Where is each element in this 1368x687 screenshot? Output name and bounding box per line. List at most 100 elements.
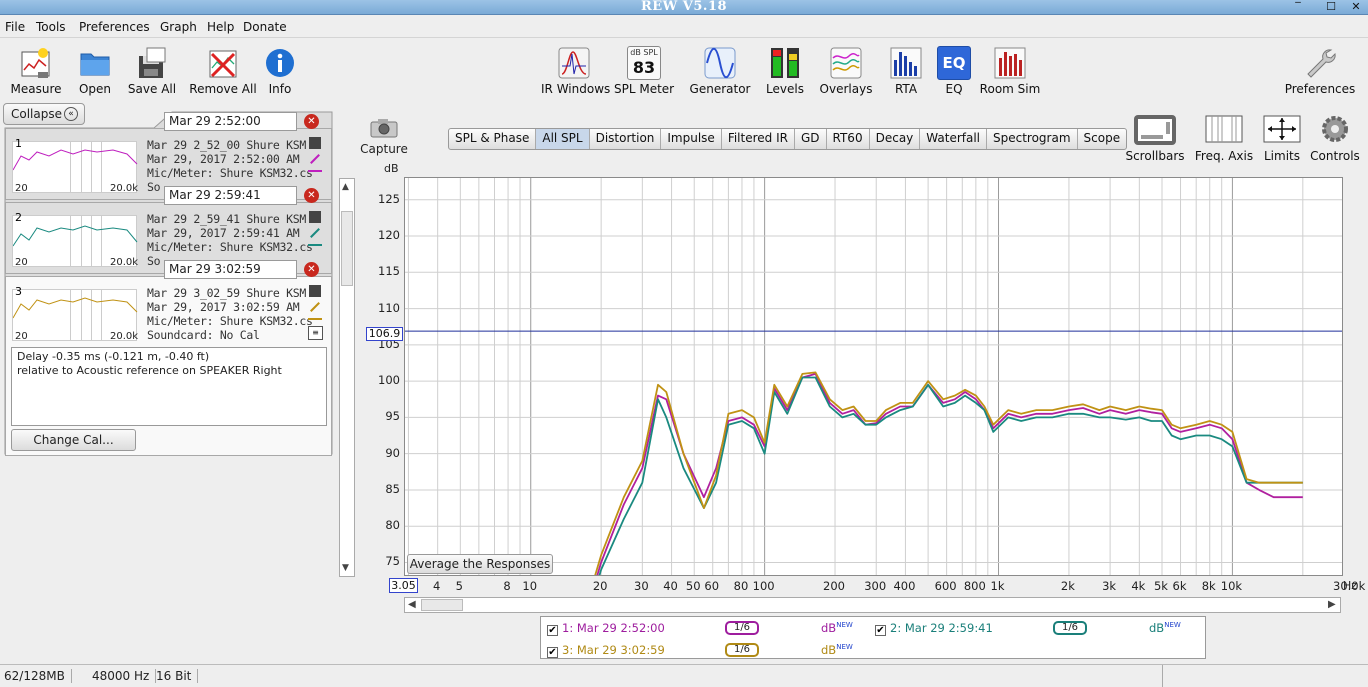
smoothing-badge-1[interactable]: 1/6 — [725, 621, 759, 635]
controls-button[interactable]: Controls — [1308, 114, 1362, 163]
bit-depth: 16 Bit — [156, 669, 199, 683]
menu-tools[interactable]: Tools — [36, 20, 66, 34]
measurement-card-3[interactable]: 3 20 20.0k Mar 29 3_02_59 Shure KSM Mar … — [5, 276, 332, 346]
tab-distortion[interactable]: Distortion — [590, 129, 662, 149]
notes-icon[interactable]: ≡ — [308, 326, 323, 340]
spl-meter-button[interactable]: dB SPL 83 SPL Meter — [614, 46, 674, 96]
smoothing-badge-3[interactable]: 1/6 — [725, 643, 759, 657]
scroll-left-arrow[interactable]: ◀ — [408, 599, 416, 610]
menu-preferences[interactable]: Preferences — [79, 20, 150, 34]
scroll-thumb[interactable] — [341, 211, 353, 286]
rta-icon — [890, 47, 922, 79]
checkbox[interactable]: ✔ — [547, 647, 558, 658]
legend-unit-2: dBNEW — [1149, 621, 1181, 635]
freq-axis-icon — [1205, 115, 1243, 143]
legend-item-3[interactable]: ✔ 3: Mar 29 3:02:59 — [547, 643, 665, 658]
x-tick-label: 300 — [864, 579, 887, 593]
change-cal-button[interactable]: Change Cal... — [11, 429, 136, 451]
ir-windows-button[interactable]: IR Windows — [541, 46, 610, 96]
checkbox[interactable]: ✔ — [547, 625, 558, 636]
controls-gear-icon — [1322, 116, 1348, 142]
save-icon — [139, 47, 166, 78]
remove-measurement-icon[interactable]: ✕ — [304, 262, 319, 277]
generator-button[interactable]: Generator — [689, 46, 751, 96]
remove-all-button[interactable]: Remove All — [189, 46, 257, 96]
minimize-button[interactable]: ‾ — [1288, 0, 1308, 15]
measurement-settings-icon[interactable] — [309, 137, 321, 149]
checkbox[interactable]: ✔ — [875, 625, 886, 636]
x-scrollbar[interactable]: ◀ ▶ — [404, 597, 1341, 613]
remove-measurement-icon[interactable]: ✕ — [304, 188, 319, 203]
info-button[interactable]: Info — [262, 46, 298, 96]
tab-spl-phase[interactable]: SPL & Phase — [449, 129, 537, 149]
limits-icon — [1263, 115, 1301, 143]
spl-plot-area[interactable] — [404, 177, 1343, 576]
tab-all-spl[interactable]: All SPL — [536, 129, 590, 149]
capture-button[interactable]: Capture — [360, 117, 408, 156]
color-swatch[interactable] — [308, 318, 322, 320]
measurement-name-input[interactable]: Mar 29 2:59:41 — [164, 186, 297, 205]
x-tick-label: 400 — [893, 579, 916, 593]
tab-decay[interactable]: Decay — [870, 129, 921, 149]
tab-waterfall[interactable]: Waterfall — [920, 129, 987, 149]
x-scroll-thumb[interactable] — [421, 599, 463, 611]
legend-label-1: 1: Mar 29 2:52:00 — [562, 621, 665, 635]
preferences-button[interactable]: Preferences — [1282, 46, 1358, 96]
x-tick-label: 4 — [432, 579, 441, 593]
legend-item-2[interactable]: ✔ 2: Mar 29 2:59:41 — [875, 621, 993, 636]
eq-button[interactable]: EQ EQ — [936, 46, 972, 96]
x-tick-label: 10k — [1220, 579, 1243, 593]
maximize-button[interactable]: ☐ — [1321, 0, 1341, 15]
scroll-up-arrow[interactable]: ▲ — [342, 182, 349, 192]
y-axis-unit: dB — [384, 162, 399, 175]
remove-measurement-icon[interactable]: ✕ — [304, 114, 319, 129]
scrollbars-icon — [1134, 115, 1176, 145]
y-tick-label: 75 — [385, 554, 400, 569]
freq-axis-button[interactable]: Freq. Axis — [1193, 114, 1255, 163]
menu-donate[interactable]: Donate — [243, 20, 287, 34]
panel-scrollbar[interactable]: ▲ ▼ — [339, 178, 355, 577]
measure-button[interactable]: Measure — [6, 46, 66, 96]
open-button[interactable]: Open — [72, 46, 118, 96]
x-axis: 4 5 8 10 20 30 40 50 60 80 100 200 300 400 600 800 1k 2k 3… — [404, 578, 1365, 594]
measurement-name-input[interactable]: Mar 29 2:52:00 — [164, 112, 297, 131]
close-button[interactable]: ✕ — [1346, 0, 1366, 15]
tab-rt60[interactable]: RT60 — [827, 129, 870, 149]
overlays-button[interactable]: Overlays — [818, 46, 874, 96]
tab-scope[interactable]: Scope — [1078, 129, 1127, 149]
limits-button[interactable]: Limits — [1260, 114, 1304, 163]
smoothing-badge-2[interactable]: 1/6 — [1053, 621, 1087, 635]
levels-button[interactable]: Levels — [764, 46, 806, 96]
color-swatch[interactable] — [308, 170, 322, 172]
tab-impulse[interactable]: Impulse — [661, 129, 722, 149]
overlays-icon — [830, 47, 862, 79]
spl-value: 83 — [632, 58, 656, 77]
menu-graph[interactable]: Graph — [160, 20, 197, 34]
save-all-button[interactable]: Save All — [126, 46, 178, 96]
menu-file[interactable]: File — [5, 20, 25, 34]
scroll-down-arrow[interactable]: ▼ — [342, 563, 349, 573]
measurement-name-input[interactable]: Mar 29 3:02:59 — [164, 260, 297, 279]
rta-button[interactable]: RTA — [886, 46, 926, 96]
measurement-settings-icon[interactable] — [309, 285, 321, 297]
measure-icon — [21, 48, 50, 78]
eq-icon: EQ — [937, 46, 971, 80]
notes-text[interactable]: Delay -0.35 ms (-0.121 m, -0.40 ft) rela… — [11, 347, 327, 426]
legend-item-1[interactable]: ✔ 1: Mar 29 2:52:00 — [547, 621, 665, 636]
x-tick-label: 600 — [934, 579, 957, 593]
color-swatch[interactable] — [308, 244, 322, 246]
info-icon — [266, 49, 294, 77]
room-sim-button[interactable]: Room Sim — [979, 46, 1041, 96]
window-title: REW V5.18 — [640, 0, 728, 14]
tab-gd[interactable]: GD — [795, 129, 827, 149]
average-responses-button[interactable]: Average the Responses — [407, 554, 553, 574]
menu-help[interactable]: Help — [207, 20, 234, 34]
scrollbars-button[interactable]: Scrollbars — [1124, 114, 1186, 163]
tab-spectrogram[interactable]: Spectrogram — [987, 129, 1078, 149]
scroll-right-arrow[interactable]: ▶ — [1328, 599, 1336, 610]
tab-filtered-ir[interactable]: Filtered IR — [722, 129, 795, 149]
status-bar: 62/128MB 48000 Hz 16 Bit — [0, 664, 1368, 687]
measurement-settings-icon[interactable] — [309, 211, 321, 223]
y-axis: 75 80 85 90 95 100 105 110 115 120 125 — [364, 177, 404, 576]
y-tick-label: 85 — [385, 481, 400, 496]
